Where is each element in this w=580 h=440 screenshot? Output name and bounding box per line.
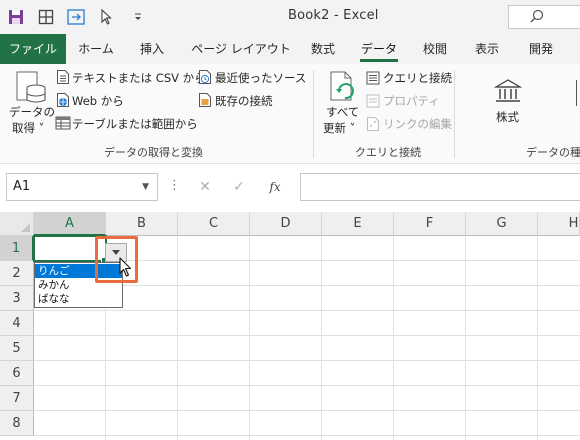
web-icon [56,92,70,112]
gridline [34,410,580,411]
save-icon[interactable] [6,7,26,27]
row-header-7[interactable]: 7 [0,386,34,411]
existing-connections-button[interactable]: 既存の接続 [215,93,273,109]
queries-connections-icon [366,70,380,89]
tab-insert[interactable]: 挿入 [126,34,178,64]
formula-input[interactable] [300,173,580,201]
row-header-6[interactable]: 6 [0,361,34,386]
column-header-h[interactable]: H [538,212,580,236]
column-header-d[interactable]: D [250,212,322,236]
group-label-data-types: データの種類 [526,146,580,159]
gridline [34,360,580,361]
formula-bar-grip-icon[interactable]: ⋮ [168,178,181,193]
properties-button[interactable]: プロパティ [383,93,440,109]
tab-review[interactable]: 校閲 [414,34,456,64]
insert-function-button[interactable]: fx [260,173,290,201]
row-header-2[interactable]: 2 [0,261,34,286]
formula-buttons: ✕ ✓ fx [182,173,298,201]
get-data-icon[interactable] [14,70,48,108]
table-range-icon [55,115,71,134]
text-csv-icon [56,69,70,89]
mouse-cursor-icon [119,257,132,277]
web-button[interactable]: Web から [72,93,124,109]
properties-icon [366,93,380,112]
group-label-queries: クエリと接続 [355,146,421,159]
refresh-all-big-icon[interactable] [328,70,358,108]
borders-icon[interactable] [36,7,56,27]
queries-connections-button[interactable]: クエリと接続 [383,70,452,86]
tab-developer[interactable]: 開発 [520,34,562,64]
tab-formulas[interactable]: 数式 [302,34,344,64]
row-header-1[interactable]: 1 [0,236,34,261]
get-data-label-2[interactable]: 取得 ˅ [12,120,44,136]
text-csv-button[interactable]: テキストまたは CSV から [72,70,206,86]
stocks-button[interactable]: 株式 [496,109,519,125]
geography-icon[interactable] [576,80,580,106]
row-header-4[interactable]: 4 [0,311,34,336]
worksheet-grid[interactable]: A B C D E F G H 1 2 3 4 5 6 7 8 りんご みかん … [0,212,580,440]
row-header-8[interactable]: 8 [0,411,34,436]
formula-bar: A1 ▼ ⋮ ✕ ✓ fx [0,164,580,212]
search-input[interactable] [508,5,580,29]
pointer-mode-icon[interactable] [96,7,116,27]
column-header-f[interactable]: F [394,212,466,236]
enter-button[interactable]: ✓ [224,173,254,201]
existing-connections-icon [198,92,212,112]
recent-sources-button[interactable]: 最近使ったソース [215,70,306,86]
column-header-a[interactable]: A [34,212,106,236]
tab-home[interactable]: ホーム [70,34,122,64]
ribbon-tabs: ファイル ホーム 挿入 ページ レイアウト 数式 データ 校閲 表示 開発 [0,34,580,64]
tab-page-layout[interactable]: ページ レイアウト [182,34,300,64]
row-header-3[interactable]: 3 [0,286,34,311]
customize-qat-icon[interactable] [128,7,148,27]
refresh-all-icon[interactable] [66,7,86,27]
tab-data[interactable]: データ [356,34,402,64]
group-separator [454,70,455,158]
name-box-value: A1 [13,179,31,194]
column-header-e[interactable]: E [322,212,394,236]
tab-file[interactable]: ファイル [0,34,66,64]
recent-sources-icon [198,69,212,89]
cancel-button[interactable]: ✕ [190,173,220,201]
select-all-button[interactable] [0,212,34,236]
gridline [34,435,580,436]
gridline [34,335,580,336]
edit-links-icon [366,116,380,136]
gridline [34,310,580,311]
column-header-b[interactable]: B [106,212,178,236]
refresh-all-label-1[interactable]: すべて [326,104,359,120]
column-header-g[interactable]: G [466,212,538,236]
row-header-5[interactable]: 5 [0,336,34,361]
ribbon-data: データの 取得 ˅ テキストまたは CSV から Web から テーブルまたは範… [0,64,580,164]
name-box[interactable]: A1 ▼ [6,173,158,201]
search-icon [530,9,544,23]
edit-links-button[interactable]: リンクの編集 [383,116,452,132]
column-header-c[interactable]: C [178,212,250,236]
chevron-down-icon[interactable]: ▼ [142,174,149,200]
group-separator [313,70,314,158]
gridline [34,385,580,386]
stocks-icon[interactable] [493,78,523,108]
refresh-all-label-2[interactable]: 更新 ˅ [323,120,355,136]
title-bar: Book2 - Excel [0,0,580,34]
get-data-label-1[interactable]: データの [9,104,55,120]
tab-view[interactable]: 表示 [466,34,508,64]
window-title: Book2 - Excel [288,8,379,23]
table-range-button[interactable]: テーブルまたは範囲から [72,116,198,132]
group-label-get-transform: データの取得と変換 [104,146,203,159]
list-item[interactable]: ばなな [35,292,122,306]
